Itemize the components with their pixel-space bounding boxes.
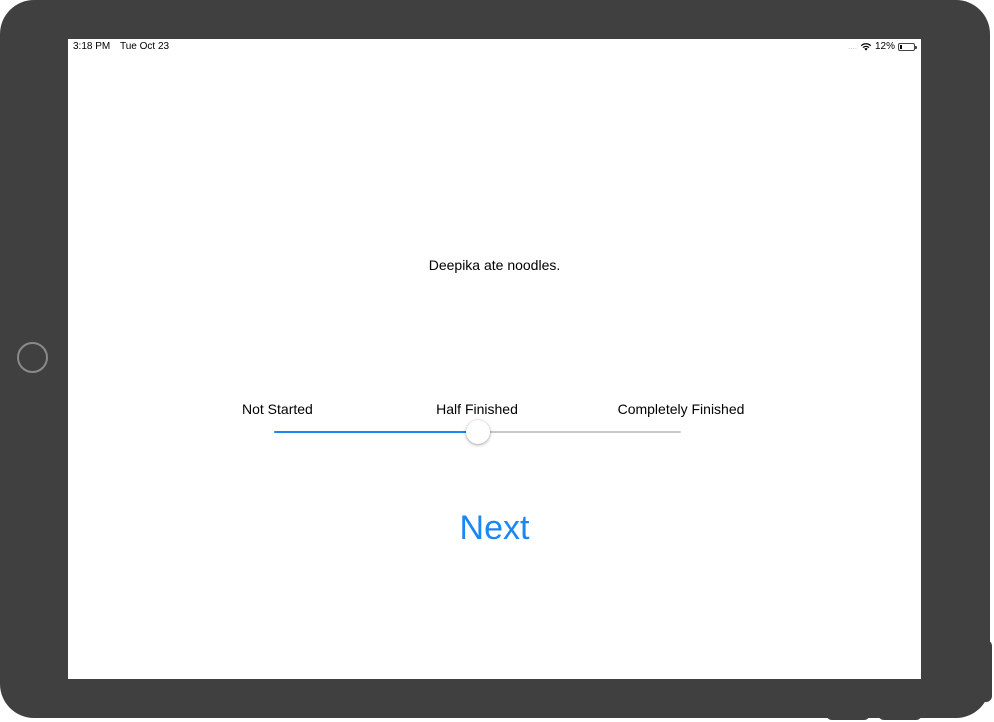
status-bar: 3:18 PM Tue Oct 23 .... 12% bbox=[68, 39, 921, 55]
status-time: 3:18 PM bbox=[73, 41, 111, 52]
next-button-label: Next bbox=[459, 509, 530, 547]
label-half-finished-text: Half Finished bbox=[436, 401, 518, 417]
slider-fill bbox=[274, 431, 478, 433]
label-not-started: Not Started bbox=[242, 401, 313, 417]
device-bottom-tab bbox=[826, 706, 870, 720]
battery-level bbox=[900, 44, 902, 49]
battery-icon bbox=[898, 42, 917, 51]
device-bottom-tab bbox=[878, 706, 922, 720]
home-button[interactable] bbox=[17, 342, 48, 373]
label-completely-finished-text: Completely Finished bbox=[617, 401, 745, 417]
status-date: Tue Oct 23 bbox=[120, 41, 170, 52]
progress-slider[interactable] bbox=[274, 419, 681, 447]
slider-thumb[interactable] bbox=[465, 420, 490, 444]
status-indicators: .... 12% bbox=[848, 41, 917, 52]
app-screen: 3:18 PM Tue Oct 23 .... 12% Deepika ate … bbox=[68, 39, 921, 679]
wifi-icon bbox=[860, 42, 872, 51]
signal-dots-icon: .... bbox=[848, 42, 857, 51]
next-button[interactable]: Next bbox=[68, 509, 921, 548]
device-side-button bbox=[978, 640, 992, 702]
battery-percent: 12% bbox=[874, 41, 895, 52]
prompt-sentence: Deepika ate noodles. bbox=[428, 257, 561, 273]
